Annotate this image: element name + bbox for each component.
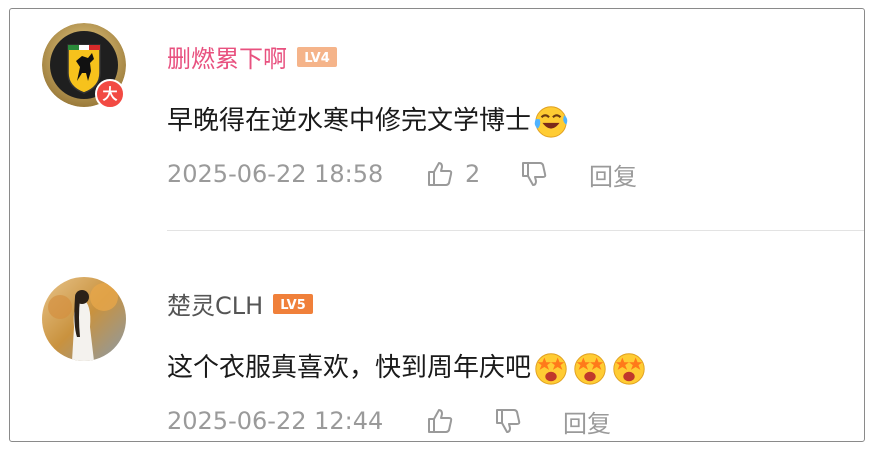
comment-item: 楚灵CLH LV5 这个衣服真喜欢，快到周年庆吧 2025-06-22 12:4… [10, 231, 864, 441]
starry-eyes-emoji [574, 353, 606, 385]
like-count: 2 [465, 160, 481, 188]
comment-body: 这个衣服真喜欢，快到周年庆吧 [167, 353, 532, 383]
comment-text: 这个衣服真喜欢，快到周年庆吧 [167, 349, 648, 387]
comment-meta: 2025-06-22 12:44 回复 [167, 403, 611, 439]
comment-body: 早晚得在逆水寒中修完文学博士 [167, 106, 532, 136]
vip-badge: 大 [95, 79, 125, 109]
level-badge-lv5: LV5 [273, 293, 314, 319]
comment-text: 早晚得在逆水寒中修完文学博士 [167, 102, 570, 140]
timestamp: 2025-06-22 12:44 [167, 407, 384, 435]
comment-list: 大 删燃累下啊 LV4 早晚得在逆水寒中修完文学博士 2025-06-22 18… [9, 8, 865, 442]
like-button[interactable] [425, 406, 493, 436]
user-info: 删燃累下啊 LV4 [167, 42, 337, 76]
dislike-button[interactable] [519, 159, 589, 189]
username[interactable]: 楚灵CLH [167, 289, 263, 323]
laugh-cry-emoji [534, 106, 568, 138]
thumbs-down-icon [522, 162, 547, 186]
thumbs-up-icon [428, 409, 453, 433]
reply-button[interactable]: 回复 [563, 404, 611, 439]
dislike-button[interactable] [493, 406, 563, 436]
username[interactable]: 删燃累下啊 [167, 42, 287, 76]
avatar[interactable]: 大 [42, 23, 126, 109]
svg-text:LV4: LV4 [304, 51, 330, 66]
starry-eyes-emoji [613, 353, 645, 385]
timestamp: 2025-06-22 18:58 [167, 160, 384, 188]
comment-item: 大 删燃累下啊 LV4 早晚得在逆水寒中修完文学博士 2025-06-22 18… [10, 9, 864, 231]
thumbs-up-icon [428, 162, 453, 186]
starry-eyes-emoji [535, 353, 567, 385]
comment-meta: 2025-06-22 18:58 2 回复 [167, 156, 637, 192]
avatar[interactable] [42, 277, 126, 361]
user-info: 楚灵CLH LV5 [167, 289, 314, 323]
svg-text:LV5: LV5 [280, 298, 306, 313]
portrait-avatar [42, 277, 126, 361]
thumbs-down-icon [496, 409, 521, 433]
reply-button[interactable]: 回复 [589, 157, 637, 192]
like-button[interactable]: 2 [425, 159, 519, 189]
level-badge-lv4: LV4 [297, 46, 337, 72]
